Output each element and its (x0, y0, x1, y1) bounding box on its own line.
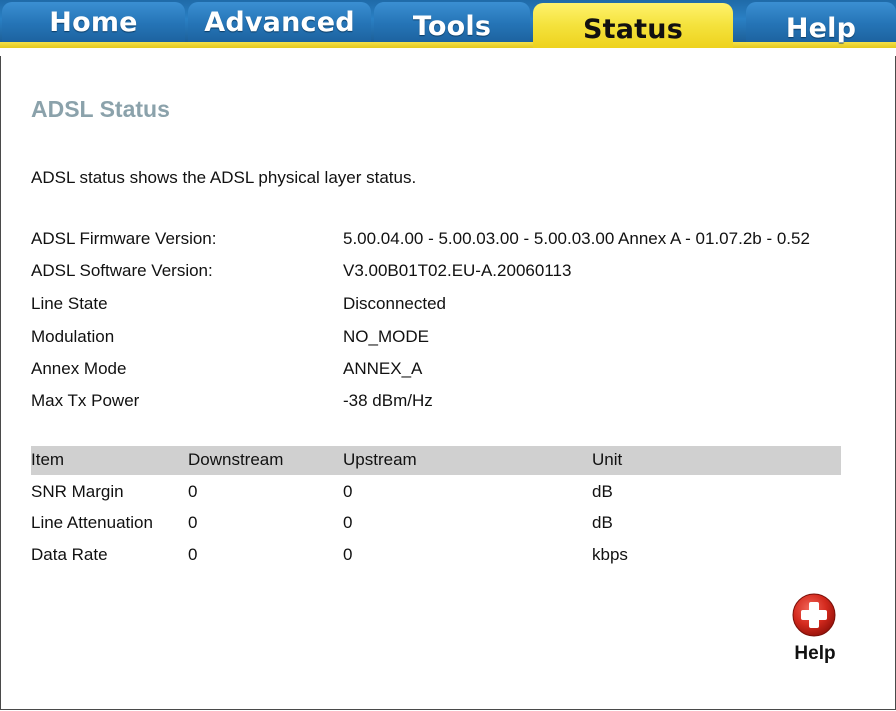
page-description: ADSL status shows the ADSL physical laye… (31, 168, 417, 187)
table-cell: SNR Margin (31, 482, 124, 501)
tab-tools[interactable]: Tools (374, 2, 530, 42)
help-button-label: Help (794, 643, 836, 664)
info-row-modulation: Modulation NO_MODE (31, 327, 861, 351)
page-title: ADSL Status (31, 96, 170, 122)
tab-advanced[interactable]: Advanced (188, 2, 371, 42)
column-header: Upstream (343, 450, 417, 469)
table-cell: 0 (343, 513, 353, 532)
info-label: Modulation (31, 327, 115, 346)
tab-home[interactable]: Home (2, 2, 185, 42)
table-row: Data Rate 0 0 kbps (31, 541, 841, 569)
info-value: -38 dBm/Hz (343, 391, 433, 410)
table-cell: dB (592, 513, 613, 532)
table-cell: 0 (343, 482, 353, 501)
info-label: Max Tx Power (31, 391, 140, 410)
info-value: NO_MODE (343, 327, 429, 346)
column-header: Downstream (188, 450, 284, 469)
info-label: ADSL Software Version: (31, 261, 213, 280)
table-cell: 0 (188, 545, 198, 564)
info-row-max-tx-power: Max Tx Power -38 dBm/Hz (31, 391, 861, 415)
column-header: Unit (592, 450, 623, 469)
info-label: Annex Mode (31, 359, 127, 378)
table-header-row: Item Downstream Upstream Unit (31, 446, 841, 475)
table-cell: Data Rate (31, 545, 108, 564)
column-header: Item (31, 450, 65, 469)
tab-status[interactable]: Status (533, 3, 733, 48)
info-row-firmware-version: ADSL Firmware Version: 5.00.04.00 - 5.00… (31, 229, 861, 253)
info-row-annex-mode: Annex Mode ANNEX_A (31, 359, 861, 383)
info-label: ADSL Firmware Version: (31, 229, 217, 248)
info-row-software-version: ADSL Software Version: V3.00B01T02.EU-A.… (31, 261, 861, 285)
table-cell: 0 (188, 482, 198, 501)
help-button[interactable]: Help (784, 593, 846, 673)
table-cell: Line Attenuation (31, 513, 153, 532)
info-value: V3.00B01T02.EU-A.20060113 (343, 261, 572, 280)
info-value: 5.00.04.00 - 5.00.03.00 - 5.00.03.00 Ann… (343, 229, 810, 248)
table-cell: dB (592, 482, 613, 501)
table-cell: 0 (188, 513, 198, 532)
info-row-line-state: Line State Disconnected (31, 294, 861, 318)
nav-bar-yellow-underline (0, 42, 896, 48)
table-row: SNR Margin 0 0 dB (31, 478, 841, 506)
plus-circle-icon (792, 593, 836, 637)
tab-help[interactable]: Help (746, 2, 896, 44)
table-row: Line Attenuation 0 0 dB (31, 509, 841, 537)
info-label: Line State (31, 294, 108, 313)
table-cell: kbps (592, 545, 628, 564)
table-cell: 0 (343, 545, 353, 564)
info-value: Disconnected (343, 294, 447, 313)
top-nav-bar: Home Advanced Tools Status Help (0, 0, 896, 56)
info-value: ANNEX_A (343, 359, 423, 378)
